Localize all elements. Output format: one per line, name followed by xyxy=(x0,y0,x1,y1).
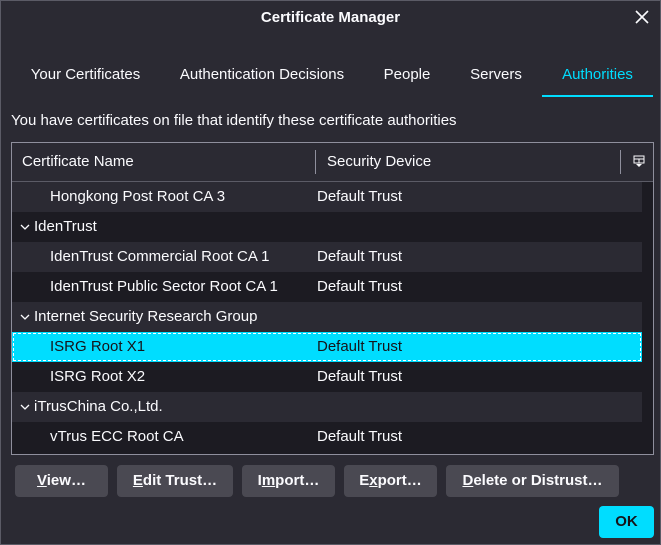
mnemonic: m xyxy=(261,472,276,489)
tab-servers[interactable]: Servers xyxy=(458,57,534,95)
title-bar: Certificate Manager xyxy=(1,1,660,35)
chevron-down-icon[interactable] xyxy=(20,313,30,321)
column-certificate-name[interactable]: Certificate Name xyxy=(22,143,134,181)
certificate-name: ISRG Root X2 xyxy=(50,368,146,385)
view-button[interactable]: View… xyxy=(15,465,108,497)
group-name: iTrusChina Co.,Ltd. xyxy=(34,398,163,415)
tab-people[interactable]: People xyxy=(371,57,443,95)
table-row[interactable]: IdenTrust Commercial Root CA 1 Default T… xyxy=(12,242,642,272)
ok-button[interactable]: OK xyxy=(599,506,654,538)
authorities-description: You have certificates on file that ident… xyxy=(11,112,457,129)
certificate-manager-dialog: Certificate Manager Your Certificates Au… xyxy=(0,0,661,545)
security-device: Default Trust xyxy=(317,278,403,295)
tab-authentication-decisions[interactable]: Authentication Decisions xyxy=(166,57,358,95)
security-device: Default Trust xyxy=(317,248,403,265)
security-device: Default Trust xyxy=(317,428,403,445)
tab-authorities[interactable]: Authorities xyxy=(542,57,653,97)
table-row[interactable]: IdenTrust Public Sector Root CA 1 Defaul… xyxy=(12,272,642,302)
dialog-title: Certificate Manager xyxy=(260,9,401,26)
chevron-down-icon[interactable] xyxy=(20,223,30,231)
mnemonic: V xyxy=(37,472,47,489)
delete-or-distrust-button[interactable]: Delete or Distrust… xyxy=(446,465,619,497)
column-separator[interactable] xyxy=(620,150,621,174)
certificate-name: vTrus ECC Root CA xyxy=(50,428,184,445)
export-button[interactable]: Export… xyxy=(344,465,437,497)
close-icon[interactable] xyxy=(632,7,652,27)
certificate-name: ISRG Root X1 xyxy=(50,338,146,355)
security-device: Default Trust xyxy=(317,188,403,205)
column-picker-icon[interactable] xyxy=(633,154,645,168)
security-device: Default Trust xyxy=(317,338,403,355)
mnemonic: D xyxy=(462,472,474,489)
certificate-name: IdenTrust Public Sector Root CA 1 xyxy=(50,278,278,295)
edit-trust-button[interactable]: Edit Trust… xyxy=(117,465,233,497)
table-row[interactable]: vTrus ECC Root CA Default Trust xyxy=(12,422,642,452)
mnemonic: x xyxy=(369,472,378,489)
certificate-tree[interactable]: Certificate Name Security Device Hongkon… xyxy=(11,142,654,455)
tab-your-certificates[interactable]: Your Certificates xyxy=(15,57,156,95)
button-label: port… xyxy=(377,472,422,489)
certificate-name: Hongkong Post Root CA 3 xyxy=(50,188,226,205)
tree-header: Certificate Name Security Device xyxy=(12,143,653,182)
chevron-down-icon[interactable] xyxy=(20,403,30,411)
group-name: Internet Security Research Group xyxy=(34,308,258,325)
table-row-selected[interactable]: ISRG Root X1 Default Trust xyxy=(12,332,642,362)
group-row[interactable]: Internet Security Research Group xyxy=(12,302,642,332)
column-security-device[interactable]: Security Device xyxy=(327,143,431,181)
button-label: port… xyxy=(275,472,320,489)
button-label: dit Trust… xyxy=(142,472,218,489)
certificate-name: IdenTrust Commercial Root CA 1 xyxy=(50,248,270,265)
group-name: IdenTrust xyxy=(34,218,97,235)
button-label: elete or Distrust… xyxy=(473,472,603,489)
mnemonic: E xyxy=(132,472,143,489)
button-label: E xyxy=(359,472,370,489)
tree-rows: Hongkong Post Root CA 3 Default Trust Id… xyxy=(12,182,642,454)
table-row[interactable]: ISRG Root X2 Default Trust xyxy=(12,362,642,392)
column-separator[interactable] xyxy=(315,150,316,174)
table-row[interactable]: Hongkong Post Root CA 3 Default Trust xyxy=(12,182,642,212)
group-row[interactable]: IdenTrust xyxy=(12,212,642,242)
security-device: Default Trust xyxy=(317,368,403,385)
group-row[interactable]: iTrusChina Co.,Ltd. xyxy=(12,392,642,422)
import-button[interactable]: Import… xyxy=(242,465,335,497)
tab-bar: Your Certificates Authentication Decisio… xyxy=(1,57,660,97)
vertical-scrollbar[interactable] xyxy=(642,182,653,454)
button-label: iew… xyxy=(46,472,86,489)
